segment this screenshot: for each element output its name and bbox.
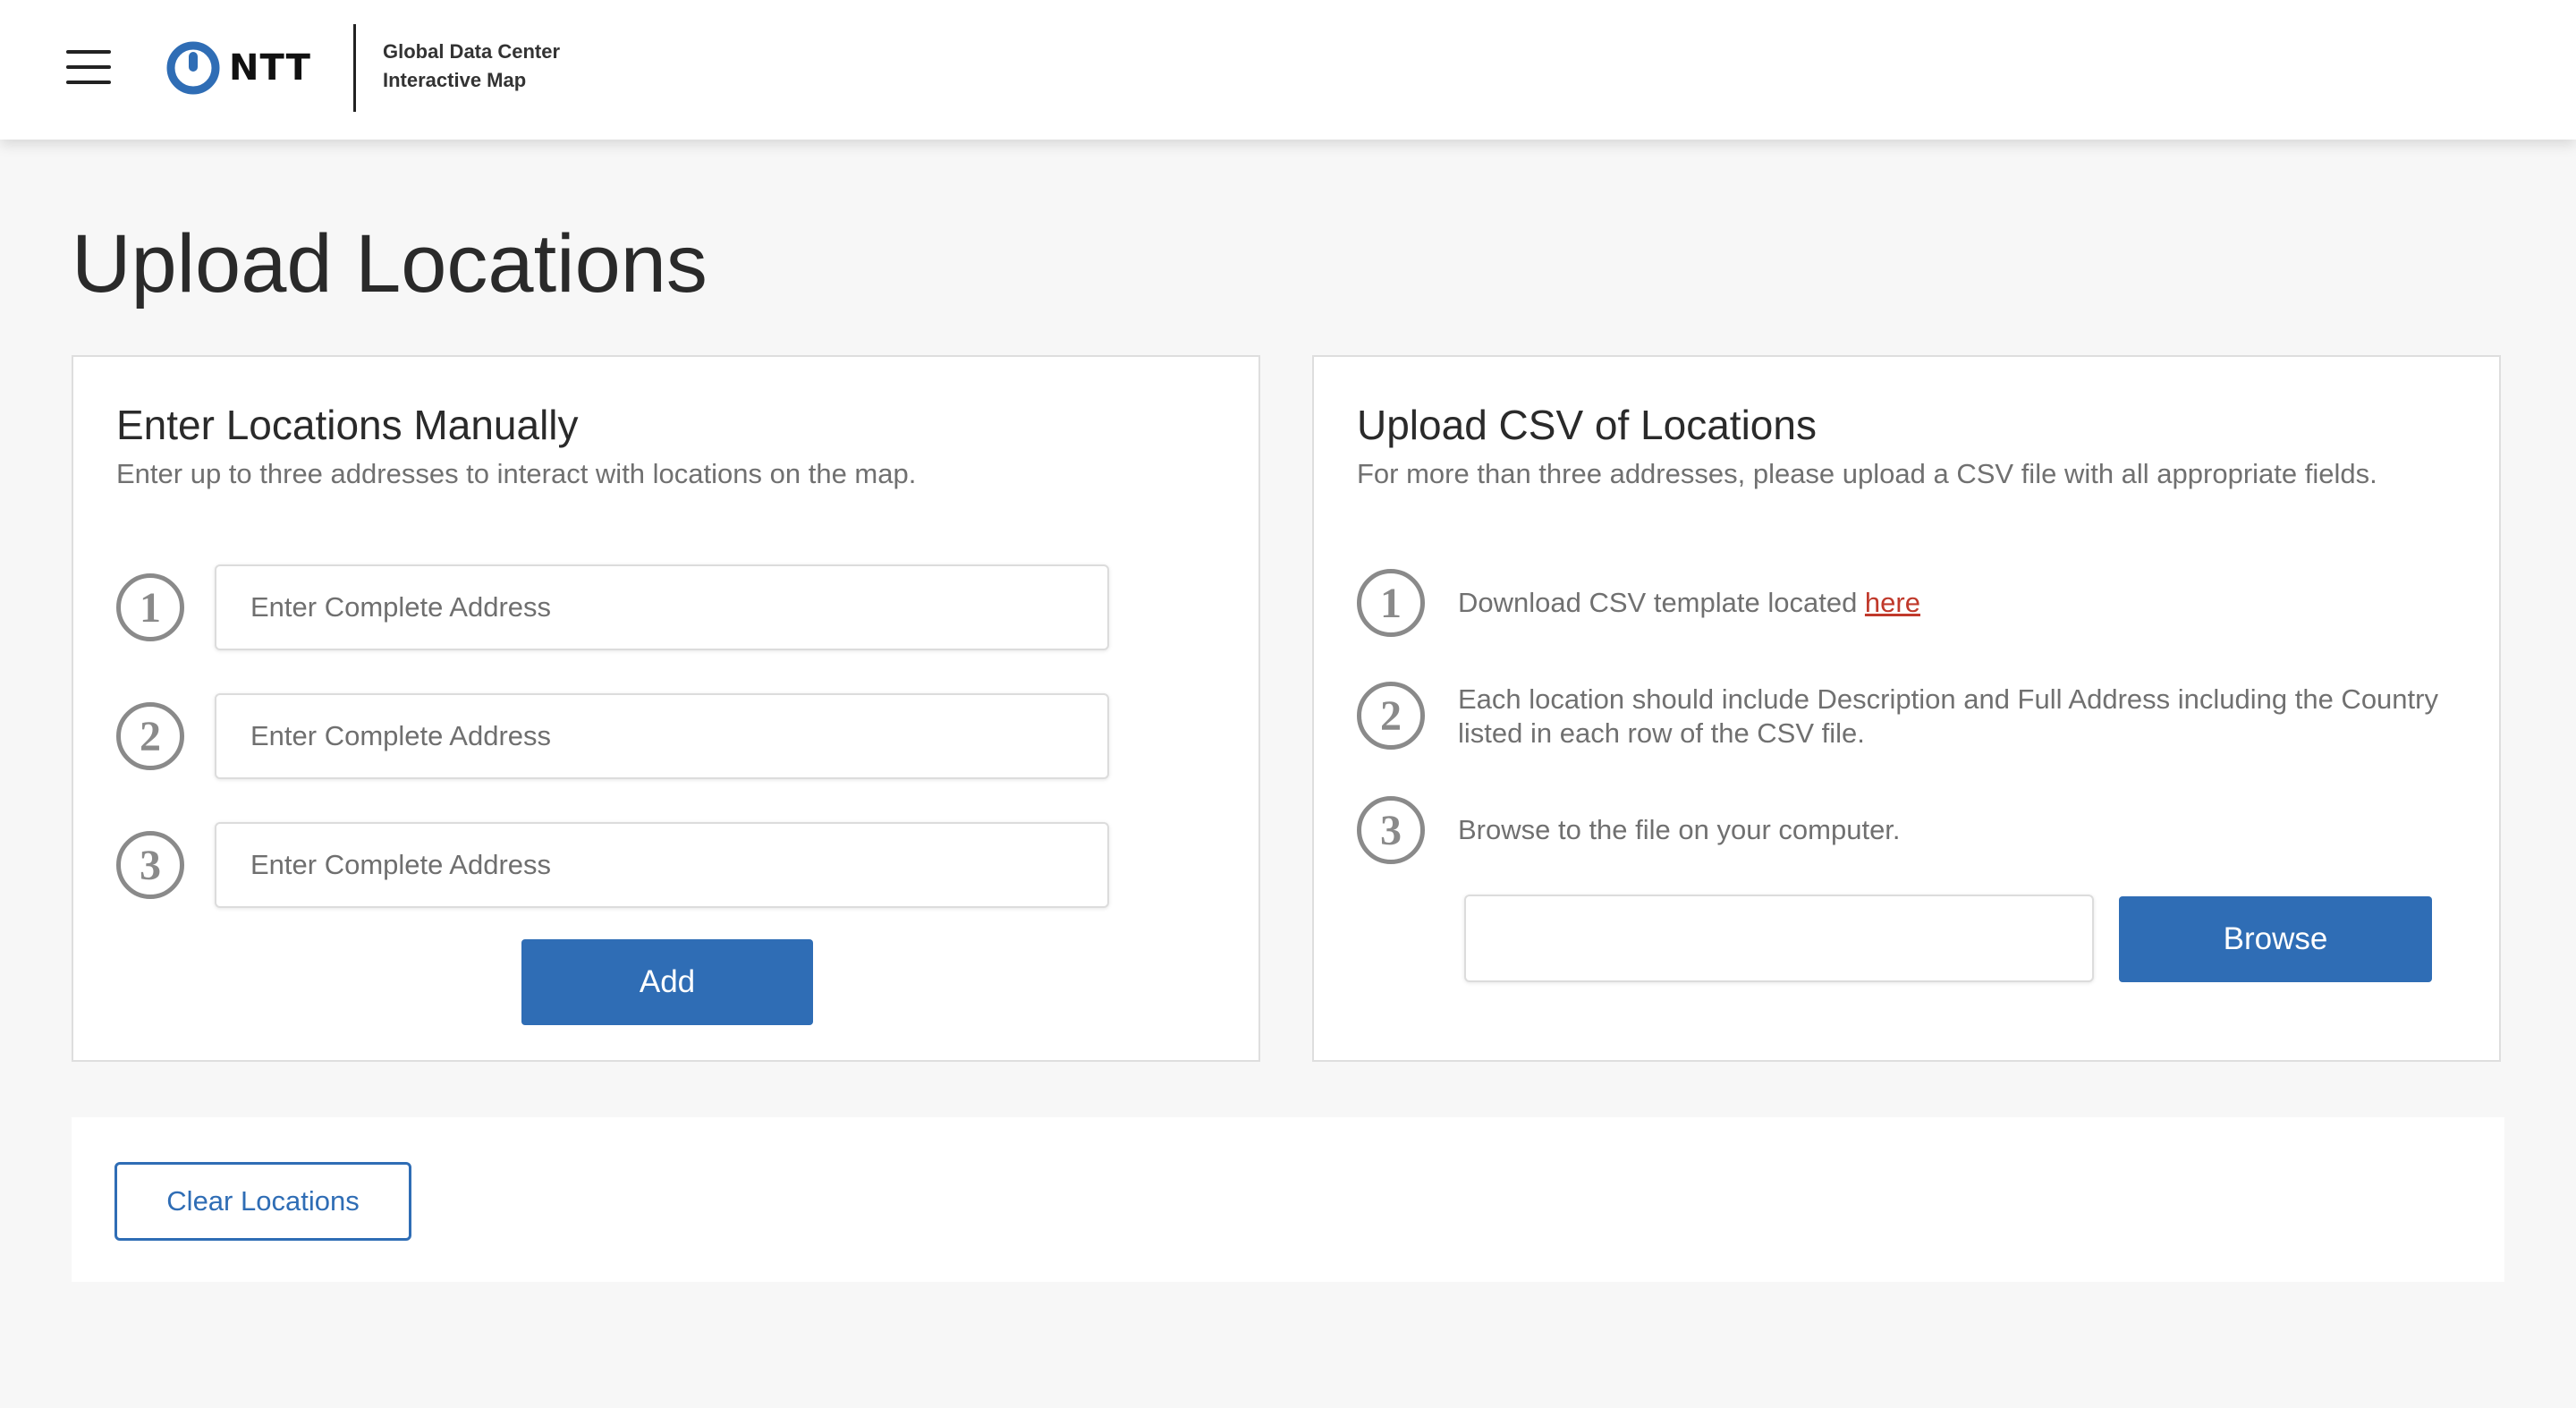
file-path-field[interactable] [1464,895,2094,982]
manual-entry-subtitle: Enter up to three addresses to interact … [116,458,917,489]
add-button[interactable]: Add [521,939,813,1025]
address-input-2[interactable] [215,693,1109,779]
template-download-link[interactable]: here [1865,587,1920,618]
step-1-badge: 1 [116,573,184,641]
address-input-3[interactable] [215,822,1109,908]
step-2-badge: 2 [116,702,184,770]
csv-step-1-label: Download CSV template located [1458,587,1865,618]
manual-entry-title: Enter Locations Manually [116,402,579,448]
logo-text: NTT [229,47,311,89]
app-title-line1: Global Data Center [383,40,561,63]
clear-locations-button[interactable]: Clear Locations [114,1162,411,1241]
csv-step-1-badge: 1 [1357,569,1425,637]
ntt-logo-icon [166,41,220,95]
address-input-1[interactable] [215,564,1109,650]
hamburger-menu-icon[interactable] [66,50,111,84]
csv-upload-subtitle: For more than three addresses, please up… [1357,458,2377,489]
step-3-badge: 3 [116,831,184,899]
app-title-line2: Interactive Map [383,69,527,91]
app-title: Global Data Center Interactive Map [383,38,615,95]
browse-button[interactable]: Browse [2119,896,2432,982]
csv-step-2-badge: 2 [1357,682,1425,750]
csv-step-2-text: Each location should include Description… [1458,683,2438,749]
csv-step-3-badge: 3 [1357,796,1425,864]
page-title: Upload Locations [72,218,708,310]
app-header: NTT Global Data Center Interactive Map [0,0,2576,140]
header-divider [353,24,356,112]
csv-step-3-text: Browse to the file on your computer. [1458,814,1901,845]
actions-panel: Clear Locations [72,1117,2504,1282]
csv-upload-title: Upload CSV of Locations [1357,402,1817,448]
csv-step-1-text: Download CSV template located here [1458,586,2442,620]
manual-entry-card: Enter Locations Manually Enter up to thr… [72,355,1260,1062]
csv-upload-card: Upload CSV of Locations For more than th… [1312,355,2501,1062]
ntt-logo[interactable]: NTT [165,39,311,97]
